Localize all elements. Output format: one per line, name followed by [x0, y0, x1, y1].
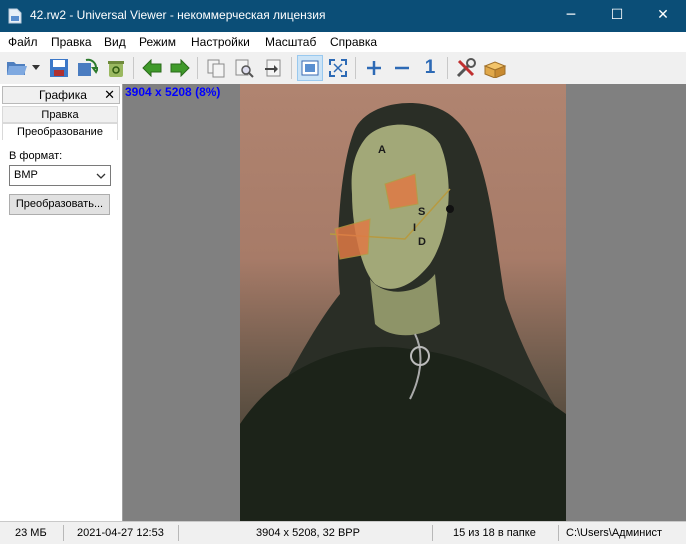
save-icon[interactable]: [46, 55, 72, 81]
fullscreen-icon[interactable]: [325, 55, 351, 81]
minimize-button[interactable]: ─: [548, 0, 594, 32]
menu-zoom[interactable]: Масштаб: [265, 35, 316, 49]
dropdown-arrow-icon[interactable]: [30, 55, 42, 81]
move-to-icon[interactable]: [260, 55, 286, 81]
format-select[interactable]: BMP: [9, 165, 111, 186]
side-panel: Графика ✕ Правка Преобразование В формат…: [0, 84, 123, 521]
chevron-down-icon: [96, 173, 106, 179]
package-icon[interactable]: [482, 55, 508, 81]
panel-title: Графика: [39, 88, 87, 102]
print-preview-icon[interactable]: [231, 55, 257, 81]
tab-convert[interactable]: Преобразование: [2, 123, 118, 140]
fit-window-icon[interactable]: [297, 55, 323, 81]
actual-size-icon[interactable]: 1: [417, 55, 443, 81]
face-letter-d: D: [418, 236, 426, 248]
next-arrow-icon[interactable]: [167, 55, 193, 81]
zoom-in-icon[interactable]: [361, 55, 387, 81]
previous-arrow-icon[interactable]: [139, 55, 165, 81]
menu-settings[interactable]: Настройки: [191, 35, 250, 49]
panel-close-icon[interactable]: ✕: [104, 87, 115, 103]
reload-icon[interactable]: [74, 55, 100, 81]
copy-icon[interactable]: [203, 55, 229, 81]
status-path: C:\Users\Админист: [566, 527, 663, 539]
zoom-out-icon[interactable]: [389, 55, 415, 81]
convert-button[interactable]: Преобразовать...: [9, 194, 110, 215]
menu-edit[interactable]: Правка: [51, 35, 92, 49]
format-select-value: BMP: [14, 169, 38, 181]
image-viewer[interactable]: A S I D 3904 x 5208 (8%): [123, 84, 686, 521]
toolbar: 1: [0, 52, 686, 85]
menu-file[interactable]: Файл: [8, 35, 38, 49]
status-position: 15 из 18 в папке: [453, 527, 536, 539]
close-button[interactable]: ✕: [640, 0, 686, 32]
face-letter-i: I: [413, 222, 417, 234]
face-letter-a: A: [378, 144, 386, 156]
status-bar: 23 МБ 2021-04-27 12:53 3904 x 5208, 32 B…: [0, 521, 686, 544]
status-date: 2021-04-27 12:53: [77, 527, 164, 539]
panel-header: Графика ✕: [2, 86, 120, 104]
format-label: В формат:: [9, 150, 63, 162]
tab-edit[interactable]: Правка: [2, 106, 118, 123]
window-title: 42.rw2 - Universal Viewer - некоммерческ…: [30, 8, 326, 22]
recycle-bin-icon[interactable]: [103, 55, 129, 81]
photo: A S I D: [240, 84, 566, 521]
maximize-button[interactable]: ☐: [594, 0, 640, 32]
image-dimensions-overlay: 3904 x 5208 (8%): [125, 85, 221, 99]
status-dimensions: 3904 x 5208, 32 BPP: [256, 527, 360, 539]
open-folder-icon[interactable]: [4, 55, 30, 81]
status-file-size: 23 МБ: [15, 527, 47, 539]
menu-mode[interactable]: Режим: [139, 35, 176, 49]
title-bar: 42.rw2 - Universal Viewer - некоммерческ…: [0, 0, 686, 32]
tools-icon[interactable]: [453, 55, 479, 81]
menu-bar: Файл Правка Вид Режим Настройки Масштаб …: [0, 32, 686, 52]
app-icon: [8, 8, 22, 24]
menu-view[interactable]: Вид: [104, 35, 126, 49]
menu-help[interactable]: Справка: [330, 35, 377, 49]
face-letter-s: S: [418, 206, 426, 218]
